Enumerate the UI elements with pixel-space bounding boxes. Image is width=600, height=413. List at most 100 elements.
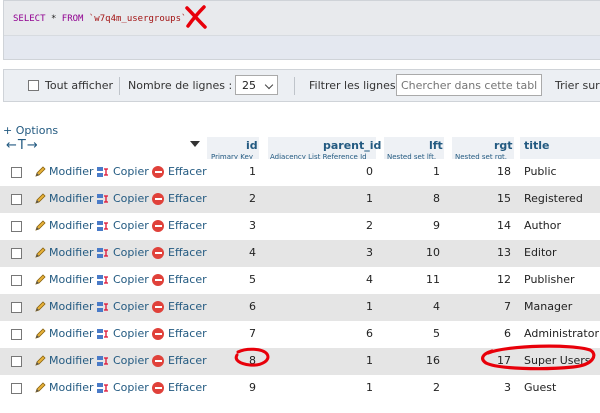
show-all-control[interactable]: Tout afficher xyxy=(28,70,113,101)
cell-lft[interactable]: 16 xyxy=(426,354,440,367)
row-checkbox[interactable] xyxy=(11,248,22,259)
copy-button[interactable]: Copier xyxy=(96,354,149,367)
row-checkbox[interactable] xyxy=(11,221,22,232)
copy-button[interactable]: Copier xyxy=(96,327,149,340)
cell-id[interactable]: 9 xyxy=(249,381,256,394)
row-checkbox[interactable] xyxy=(11,302,22,313)
cell-id[interactable]: 2 xyxy=(249,192,256,205)
cell-title[interactable]: Editor xyxy=(524,246,557,259)
row-checkbox[interactable] xyxy=(11,194,22,205)
copy-button[interactable]: Copier xyxy=(96,300,149,313)
table-row: Modifier Copier Effacer 5 4 11 12 Publis… xyxy=(0,267,600,294)
cell-parent-id[interactable]: 1 xyxy=(366,192,373,205)
cell-rgt[interactable]: 17 xyxy=(497,354,511,367)
cell-title[interactable]: Guest xyxy=(524,381,556,394)
delete-label: Effacer xyxy=(168,381,207,394)
cell-title[interactable]: Super Users xyxy=(524,354,591,367)
row-checkbox[interactable] xyxy=(11,383,22,394)
edit-button[interactable]: Modifier xyxy=(34,192,93,205)
cell-parent-id[interactable]: 1 xyxy=(366,354,373,367)
delete-button[interactable]: Effacer xyxy=(152,327,207,340)
pencil-icon xyxy=(35,246,46,258)
delete-icon xyxy=(152,273,164,286)
edit-button[interactable]: Modifier xyxy=(34,219,93,232)
cell-id[interactable]: 7 xyxy=(249,327,256,340)
delete-button[interactable]: Effacer xyxy=(152,300,207,313)
cell-id[interactable]: 1 xyxy=(249,165,256,178)
cell-rgt[interactable]: 6 xyxy=(504,327,511,340)
edit-button[interactable]: Modifier xyxy=(34,327,93,340)
edit-button[interactable]: Modifier xyxy=(34,354,93,367)
delete-button[interactable]: Effacer xyxy=(152,165,207,178)
table-row: Modifier Copier Effacer 8 1 16 17 Super … xyxy=(0,348,600,375)
table-row: Modifier Copier Effacer 2 1 8 15 Registe… xyxy=(0,186,600,213)
row-checkbox[interactable] xyxy=(11,167,22,178)
cell-id[interactable]: 8 xyxy=(249,354,256,367)
cell-rgt[interactable]: 7 xyxy=(504,300,511,313)
cell-title[interactable]: Registered xyxy=(524,192,583,205)
cell-rgt[interactable]: 12 xyxy=(497,273,511,286)
rows-per-page-select[interactable]: 25 xyxy=(235,75,278,95)
delete-button[interactable]: Effacer xyxy=(152,219,207,232)
cell-lft[interactable]: 1 xyxy=(433,165,440,178)
cell-title[interactable]: Public xyxy=(524,165,557,178)
cell-parent-id[interactable]: 3 xyxy=(366,246,373,259)
filter-rows-input[interactable] xyxy=(396,74,542,96)
cell-parent-id[interactable]: 1 xyxy=(366,381,373,394)
cell-lft[interactable]: 9 xyxy=(433,219,440,232)
cell-id[interactable]: 5 xyxy=(249,273,256,286)
cell-parent-id[interactable]: 1 xyxy=(366,300,373,313)
cell-id[interactable]: 4 xyxy=(249,246,256,259)
options-link[interactable]: + Options xyxy=(3,124,58,137)
cell-parent-id[interactable]: 4 xyxy=(366,273,373,286)
pencil-icon xyxy=(35,381,46,393)
table-row: Modifier Copier Effacer 3 2 9 14 Author xyxy=(0,213,600,240)
cell-lft[interactable]: 10 xyxy=(426,246,440,259)
cell-parent-id[interactable]: 0 xyxy=(366,165,373,178)
cell-title[interactable]: Manager xyxy=(524,300,572,313)
copy-button[interactable]: Copier xyxy=(96,246,149,259)
copy-button[interactable]: Copier xyxy=(96,381,149,394)
edit-button[interactable]: Modifier xyxy=(34,273,93,286)
edit-button[interactable]: Modifier xyxy=(34,381,93,394)
delete-button[interactable]: Effacer xyxy=(152,354,207,367)
cell-title[interactable]: Publisher xyxy=(524,273,575,286)
cell-id[interactable]: 6 xyxy=(249,300,256,313)
row-checkbox[interactable] xyxy=(11,275,22,286)
row-checkbox[interactable] xyxy=(11,329,22,340)
cell-lft[interactable]: 11 xyxy=(426,273,440,286)
red-x-annotation-icon xyxy=(185,5,207,29)
cell-lft[interactable]: 2 xyxy=(433,381,440,394)
delete-button[interactable]: Effacer xyxy=(152,192,207,205)
cell-title[interactable]: Administrator xyxy=(524,327,599,340)
edit-button[interactable]: Modifier xyxy=(34,165,93,178)
cell-title[interactable]: Author xyxy=(524,219,561,232)
cell-lft[interactable]: 8 xyxy=(433,192,440,205)
copy-button[interactable]: Copier xyxy=(96,165,149,178)
delete-button[interactable]: Effacer xyxy=(152,273,207,286)
cell-rgt[interactable]: 3 xyxy=(504,381,511,394)
cell-rgt[interactable]: 13 xyxy=(497,246,511,259)
row-checkbox[interactable] xyxy=(11,356,22,367)
cell-parent-id[interactable]: 6 xyxy=(366,327,373,340)
cell-parent-id[interactable]: 2 xyxy=(366,219,373,232)
cell-id[interactable]: 3 xyxy=(249,219,256,232)
copy-label: Copier xyxy=(113,300,149,313)
edit-button[interactable]: Modifier xyxy=(34,300,93,313)
cell-rgt[interactable]: 18 xyxy=(497,165,511,178)
column-arrows-icon[interactable]: ←T→ xyxy=(6,138,39,153)
delete-button[interactable]: Effacer xyxy=(152,381,207,394)
cell-rgt[interactable]: 14 xyxy=(497,219,511,232)
cell-lft[interactable]: 5 xyxy=(433,327,440,340)
cell-rgt[interactable]: 15 xyxy=(497,192,511,205)
copy-button[interactable]: Copier xyxy=(96,192,149,205)
edit-button[interactable]: Modifier xyxy=(34,246,93,259)
copy-button[interactable]: Copier xyxy=(96,273,149,286)
table-row: Modifier Copier Effacer 6 1 4 7 Manager xyxy=(0,294,600,321)
show-all-checkbox[interactable] xyxy=(28,80,39,91)
sort-dropdown-icon[interactable] xyxy=(190,141,200,147)
cell-lft[interactable]: 4 xyxy=(433,300,440,313)
copy-button[interactable]: Copier xyxy=(96,219,149,232)
copy-icon xyxy=(97,247,108,258)
delete-button[interactable]: Effacer xyxy=(152,246,207,259)
